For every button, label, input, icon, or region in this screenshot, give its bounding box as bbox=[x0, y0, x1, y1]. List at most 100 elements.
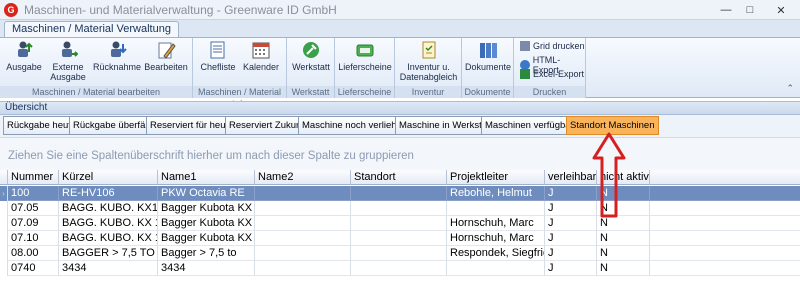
cell-verleihbar[interactable]: J bbox=[545, 231, 597, 246]
group-bearbeiten: Ausgabe Externe Ausgabe Rücknahme Bearbe… bbox=[0, 38, 193, 98]
cell-name2[interactable] bbox=[255, 186, 351, 201]
cell-nummer[interactable]: 07.09 bbox=[8, 216, 59, 231]
cell-kuerzel[interactable]: RE-HV106 bbox=[59, 186, 158, 201]
reserviert-heute-button[interactable]: Reserviert für heute bbox=[146, 116, 238, 135]
overview-toolbar: Rückgabe heute Rückgabe überfällig Reser… bbox=[0, 115, 800, 137]
cell-nummer[interactable]: 0740 bbox=[8, 261, 59, 276]
ruecknahme-button[interactable]: Rücknahme bbox=[93, 40, 141, 72]
cell-kuerzel[interactable]: BAGG. KUBO. KX 10 bbox=[59, 231, 158, 246]
cell-standort[interactable] bbox=[351, 201, 447, 216]
werkstatt-button[interactable]: Werkstatt bbox=[291, 40, 331, 72]
group-lieferscheine-label: Lieferscheine bbox=[335, 86, 394, 98]
cell-name2[interactable] bbox=[255, 216, 351, 231]
cell-verleihbar[interactable]: J bbox=[545, 216, 597, 231]
cell-nicht-aktiv[interactable]: N bbox=[597, 261, 650, 276]
cell-standort[interactable] bbox=[351, 246, 447, 261]
inventur-button[interactable]: Inventur u. Datenabgleich bbox=[398, 40, 459, 82]
excel-export-label: Excel-Export bbox=[533, 69, 585, 79]
group-by-hint: Ziehen Sie eine Spaltenüberschrift hierh… bbox=[8, 150, 414, 162]
column-header-name2[interactable]: Name2 bbox=[255, 170, 351, 185]
dokumente-button[interactable]: Dokumente bbox=[465, 40, 511, 72]
cell-nicht-aktiv[interactable]: N bbox=[597, 231, 650, 246]
printer-icon bbox=[520, 41, 530, 51]
group-by-panel[interactable]: Ziehen Sie eine Spaltenüberschrift hierh… bbox=[0, 137, 800, 170]
ribbon-collapse-icon[interactable]: ⌃ bbox=[786, 83, 794, 94]
table-row[interactable]: 0740 3434 3434 J N bbox=[0, 261, 800, 276]
cell-projektleiter[interactable]: Hornschuh, Marc bbox=[447, 231, 545, 246]
cell-standort[interactable] bbox=[351, 186, 447, 201]
person-up-icon bbox=[14, 40, 34, 60]
group-werkstatt-label: Werkstatt bbox=[287, 86, 334, 98]
table-row[interactable]: 07.10 BAGG. KUBO. KX 10 Bagger Kubota KX 1… bbox=[0, 231, 800, 246]
group-inventur: Inventur u. Datenabgleich Inventur bbox=[395, 38, 462, 98]
cell-name2[interactable] bbox=[255, 246, 351, 261]
cell-name1[interactable]: 3434 bbox=[158, 261, 255, 276]
tab-maschinen-material[interactable]: Maschinen / Material Verwaltung bbox=[4, 21, 179, 38]
chefliste-button[interactable]: Chefliste bbox=[199, 40, 237, 72]
cell-verleihbar[interactable]: J bbox=[545, 186, 597, 201]
cell-name1[interactable]: Bagger > 7,5 to bbox=[158, 246, 255, 261]
cell-filler bbox=[650, 261, 800, 276]
maximize-icon[interactable]: □ bbox=[738, 0, 762, 20]
maschinen-verfuegbar-button[interactable]: Maschinen verfügbar bbox=[481, 116, 578, 135]
cell-filler bbox=[650, 246, 800, 261]
close-icon[interactable]: ✕ bbox=[762, 0, 800, 20]
cell-projektleiter[interactable]: Respondek, Siegfried bbox=[447, 246, 545, 261]
cell-kuerzel[interactable]: 3434 bbox=[59, 261, 158, 276]
cell-verleihbar[interactable]: J bbox=[545, 261, 597, 276]
column-header-nummer[interactable]: Nummer bbox=[8, 170, 59, 185]
column-header-verleihbar[interactable]: verleihbar bbox=[545, 170, 597, 185]
excel-export-button[interactable]: Excel-Export bbox=[520, 69, 584, 79]
cell-standort[interactable] bbox=[351, 216, 447, 231]
kalender-button[interactable]: Kalender bbox=[241, 40, 281, 72]
cell-name2[interactable] bbox=[255, 201, 351, 216]
cell-verleihbar[interactable]: J bbox=[545, 201, 597, 216]
cell-name1[interactable]: Bagger Kubota KX 10 bbox=[158, 216, 255, 231]
cell-nummer[interactable]: 07.10 bbox=[8, 231, 59, 246]
cell-name1[interactable]: PKW Octavia RE bbox=[158, 186, 255, 201]
minimize-icon[interactable]: — bbox=[714, 0, 738, 20]
lieferscheine-button[interactable]: Lieferscheine bbox=[338, 40, 392, 72]
table-row[interactable]: › 100 RE-HV106 PKW Octavia RE Rebohle, Helmu… bbox=[0, 186, 800, 201]
group-drucken-label: Drucken bbox=[514, 86, 585, 98]
cell-projektleiter[interactable]: Rebohle, Helmut bbox=[447, 186, 545, 201]
cell-nummer[interactable]: 08.00 bbox=[8, 246, 59, 261]
table-row[interactable]: 07.05BAGG. KUBO. KX121Bagger Kubota KX 1… bbox=[0, 201, 800, 216]
cell-nicht-aktiv[interactable]: N bbox=[597, 246, 650, 261]
cell-projektleiter[interactable] bbox=[447, 261, 545, 276]
cell-name1[interactable]: Bagger Kubota KX 12 bbox=[158, 201, 255, 216]
cell-standort[interactable] bbox=[351, 231, 447, 246]
cell-nicht-aktiv[interactable]: N bbox=[597, 216, 650, 231]
cell-nummer[interactable]: 07.05 bbox=[8, 201, 59, 216]
cell-name2[interactable] bbox=[255, 231, 351, 246]
title-bar: G Maschinen- und Materialverwaltung - Gr… bbox=[0, 0, 800, 20]
group-dokumente: Dokumente Dokumente bbox=[462, 38, 514, 98]
cell-name2[interactable] bbox=[255, 261, 351, 276]
cell-kuerzel[interactable]: BAGG. KUBO. KX121 bbox=[59, 201, 158, 216]
grid-drucken-button[interactable]: Grid drucken bbox=[520, 41, 585, 51]
cell-name1[interactable]: Bagger Kubota KX 1 bbox=[158, 231, 255, 246]
cell-kuerzel[interactable]: BAGG. KUBO. KX 10 bbox=[59, 216, 158, 231]
column-header-kuerzel[interactable]: Kürzel bbox=[59, 170, 158, 185]
column-header-standort[interactable]: Standort bbox=[351, 170, 447, 185]
row-indicator-icon bbox=[0, 231, 8, 246]
column-header-name1[interactable]: Name1 bbox=[158, 170, 255, 185]
group-lieferscheine: Lieferscheine Lieferscheine bbox=[335, 38, 395, 98]
externe-ausgabe-button[interactable]: Externe Ausgabe bbox=[46, 40, 90, 82]
app-logo-icon: G bbox=[4, 2, 18, 17]
table-row[interactable]: 08.00 BAGGER > 7,5 TO Bagger > 7,5 to Respo… bbox=[0, 246, 800, 261]
cell-projektleiter[interactable]: Hornschuh, Marc bbox=[447, 216, 545, 231]
cell-nummer[interactable]: 100 bbox=[8, 186, 59, 201]
cell-standort[interactable] bbox=[351, 261, 447, 276]
cell-verleihbar[interactable]: J bbox=[545, 246, 597, 261]
ausgabe-button[interactable]: Ausgabe bbox=[6, 40, 42, 72]
table-row[interactable]: 07.09BAGG. KUBO. KX 10Bagger Kubota KX 1… bbox=[0, 216, 800, 231]
bearbeiten-button[interactable]: Bearbeiten bbox=[144, 40, 188, 72]
row-indicator-icon: › bbox=[0, 186, 8, 201]
cell-projektleiter[interactable] bbox=[447, 201, 545, 216]
group-inventur-label: Inventur bbox=[395, 86, 461, 98]
workshop-icon bbox=[301, 40, 321, 60]
cell-kuerzel[interactable]: BAGGER > 7,5 TO bbox=[59, 246, 158, 261]
column-header-projektleiter[interactable]: Projektleiter bbox=[447, 170, 545, 185]
cell-filler bbox=[650, 231, 800, 246]
